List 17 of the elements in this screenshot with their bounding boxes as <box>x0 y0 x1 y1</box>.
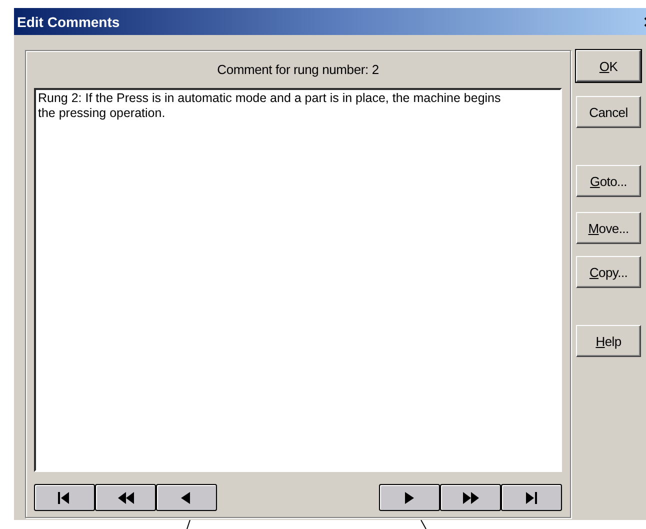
nav-button[interactable] <box>156 484 217 511</box>
dialog-button[interactable]: Copy... <box>576 256 641 288</box>
comment-label: Comment for rung number: 2 <box>217 62 379 79</box>
nav-button[interactable] <box>379 484 440 511</box>
window-title: Edit Comments <box>17 14 120 30</box>
nav-button[interactable] <box>34 484 95 511</box>
dialog-button[interactable]: Goto... <box>576 165 641 197</box>
dialog-button[interactable]: Cancel <box>576 96 641 128</box>
rewind-icon <box>116 490 134 506</box>
nav-button[interactable] <box>501 484 562 511</box>
dialog-button[interactable]: Move... <box>576 212 641 244</box>
comment-field[interactable]: Rung 2: If the Press is in automatic mode and a part is in place, the machine begins the pressing operation. <box>34 88 562 472</box>
nav-button[interactable] <box>440 484 501 511</box>
dialog-button[interactable]: Help <box>576 325 641 357</box>
nav-button[interactable] <box>95 484 156 511</box>
fast-forward-icon <box>462 490 480 506</box>
dialog-button[interactable]: OK <box>576 50 641 82</box>
